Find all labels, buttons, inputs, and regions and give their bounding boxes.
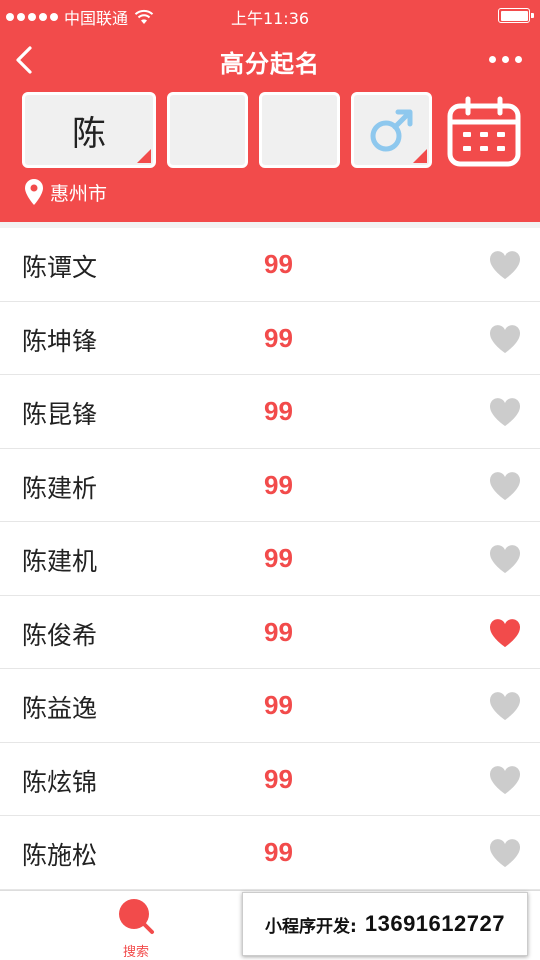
heart-icon[interactable] bbox=[488, 764, 522, 796]
name-text: 陈谭文 bbox=[22, 253, 98, 282]
name-score: 99 bbox=[264, 763, 293, 794]
status-bar: 中国联通 上午11:36 bbox=[0, 0, 540, 30]
name-score: 99 bbox=[264, 396, 293, 426]
name-row[interactable]: 陈建析 99 bbox=[0, 449, 540, 522]
given-char1-input[interactable] bbox=[167, 92, 248, 168]
name-row[interactable]: 陈建机 99 bbox=[0, 522, 540, 596]
status-time: 上午11:36 bbox=[230, 9, 310, 28]
name-row[interactable]: 陈俊希 99 bbox=[0, 596, 540, 669]
name-row[interactable]: 陈昆锋 99 bbox=[0, 375, 540, 449]
name-score: 99 bbox=[264, 322, 293, 353]
name-text: 陈昆锋 bbox=[22, 400, 98, 429]
city-label: 惠州市 bbox=[50, 182, 108, 205]
heart-icon[interactable] bbox=[488, 470, 522, 502]
name-score: 99 bbox=[264, 249, 293, 279]
page-title: 高分起名 bbox=[220, 50, 320, 78]
name-list: 陈谭文 99 陈坤锋 99 陈昆锋 99 陈建析 99 陈建机 99 陈俊希 99 陈益逸 99 陈炫锦 99… bbox=[0, 228, 540, 890]
heart-icon[interactable] bbox=[488, 690, 522, 722]
promo-banner: 小程序开发: 13691612727 bbox=[242, 892, 528, 956]
name-row[interactable]: 陈益逸 99 bbox=[0, 669, 540, 743]
name-row[interactable]: 陈炫锦 99 bbox=[0, 743, 540, 816]
surname-value: 陈 bbox=[72, 113, 106, 154]
surname-input[interactable]: 陈 bbox=[22, 92, 156, 168]
name-score: 99 bbox=[264, 543, 293, 573]
promo-phone: 13691612727 bbox=[364, 911, 505, 936]
heart-icon[interactable] bbox=[488, 617, 522, 649]
name-score: 99 bbox=[264, 469, 293, 500]
name-text: 陈建析 bbox=[22, 473, 98, 503]
name-score: 99 bbox=[264, 837, 293, 867]
heart-icon[interactable] bbox=[488, 396, 522, 428]
promo-label: 小程序开发: bbox=[265, 916, 357, 937]
name-text: 陈建机 bbox=[22, 547, 98, 576]
calendar-icon[interactable] bbox=[446, 96, 522, 168]
heart-icon[interactable] bbox=[488, 323, 522, 355]
search-icon bbox=[119, 899, 154, 934]
name-row[interactable]: 陈施松 99 bbox=[0, 816, 540, 890]
heart-icon[interactable] bbox=[488, 249, 522, 281]
name-text: 陈益逸 bbox=[22, 694, 98, 723]
battery-icon bbox=[498, 8, 534, 23]
more-icon[interactable] bbox=[489, 56, 522, 63]
nav-bar: 高分起名 bbox=[0, 36, 540, 86]
location[interactable]: 惠州市 bbox=[24, 178, 107, 206]
location-pin-icon bbox=[25, 179, 43, 205]
header: 中国联通 上午11:36 高分起名 陈 惠州市 bbox=[0, 0, 540, 222]
name-text: 陈俊希 bbox=[22, 620, 98, 650]
gender-selector[interactable] bbox=[351, 92, 432, 168]
name-text: 陈炫锦 bbox=[22, 767, 98, 797]
name-text: 陈坤锋 bbox=[22, 326, 98, 356]
male-icon bbox=[370, 109, 412, 152]
tab-search[interactable]: 搜索 bbox=[96, 897, 176, 960]
name-score: 99 bbox=[264, 616, 293, 647]
name-text: 陈施松 bbox=[22, 841, 98, 870]
tab-search-label: 搜索 bbox=[122, 945, 149, 960]
name-score: 99 bbox=[264, 690, 293, 720]
given-char2-input[interactable] bbox=[259, 92, 340, 168]
name-row[interactable]: 陈坤锋 99 bbox=[0, 302, 540, 375]
heart-icon[interactable] bbox=[488, 543, 522, 575]
name-row[interactable]: 陈谭文 99 bbox=[0, 228, 540, 302]
heart-icon[interactable] bbox=[488, 837, 522, 869]
